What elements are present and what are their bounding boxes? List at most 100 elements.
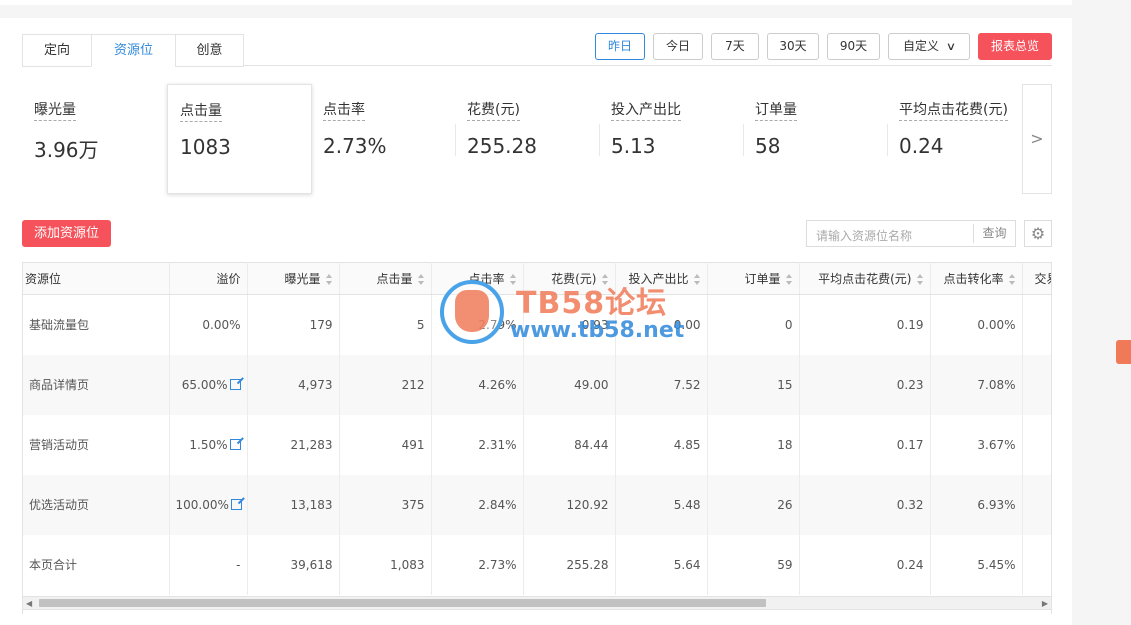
top-strip: [0, 0, 1072, 5]
cell: 4,973: [247, 354, 340, 415]
column-header[interactable]: 曝光量: [247, 262, 340, 295]
tab-creative[interactable]: 创意: [175, 34, 244, 67]
cell: 0.93: [523, 294, 616, 355]
yesterday-button[interactable]: 昨日: [595, 33, 645, 60]
metric-cost[interactable]: 花费(元) 255.28: [455, 84, 600, 194]
metric-label: 曝光量: [34, 99, 76, 121]
tab-targeting[interactable]: 定向: [22, 34, 91, 67]
column-header: 溢价: [169, 262, 248, 295]
metric-avg-cpc[interactable]: 平均点击花费(元) 0.24: [887, 84, 1032, 194]
metric-impressions[interactable]: 曝光量 3.96万: [22, 84, 167, 194]
cell: 6.93%: [930, 474, 1023, 535]
cell: 0.00%: [930, 294, 1023, 355]
today-button[interactable]: 今日: [653, 33, 703, 60]
cell: 120.92: [523, 474, 616, 535]
cell: [1022, 354, 1051, 415]
7-days-button[interactable]: 7天: [711, 33, 759, 60]
metric-value: 255.28: [467, 134, 537, 158]
cell: 0.32: [799, 474, 931, 535]
edit-icon[interactable]: [229, 438, 241, 450]
cell: 375: [339, 474, 432, 535]
edit-icon[interactable]: [230, 498, 242, 510]
search-button[interactable]: 查询: [973, 224, 1015, 243]
custom-range-label: 自定义: [902, 39, 939, 53]
cell: 4.85: [615, 414, 708, 475]
metric-value: 1083: [180, 135, 231, 159]
cell: 0.00: [615, 294, 708, 355]
cell-premium: 65.00%: [169, 354, 248, 415]
table-row: 优选活动页 100.00% 13,183 375 2.84% 120.92 5.…: [23, 474, 1051, 535]
search-input[interactable]: 请输入资源位名称 查询: [806, 220, 1016, 247]
sort-icon[interactable]: [916, 274, 924, 285]
cell: 0: [707, 294, 800, 355]
cell: 2.79%: [431, 294, 524, 355]
column-header[interactable]: 投入产出比: [615, 262, 708, 295]
cell: 7.08%: [930, 354, 1023, 415]
column-header[interactable]: 点击量: [339, 262, 432, 295]
cell-premium: 1.50%: [169, 414, 248, 475]
cell-resource: 商品详情页: [23, 354, 170, 415]
cell: 4.26%: [431, 354, 524, 415]
table-row: 基础流量包 0.00% 179 5 2.79% 0.93 0.00 0 0.19…: [23, 294, 1051, 355]
cell: 59: [707, 534, 800, 595]
edit-icon[interactable]: [229, 378, 241, 390]
add-resource-button[interactable]: 添加资源位: [22, 220, 112, 247]
cell: 5.45%: [930, 534, 1023, 595]
horizontal-scrollbar[interactable]: ◀ ▶: [22, 596, 1052, 610]
chevron-right-icon[interactable]: >: [1022, 84, 1052, 194]
scrollbar-thumb[interactable]: [39, 599, 766, 607]
cell: 2.84%: [431, 474, 524, 535]
gear-icon[interactable]: ⚙: [1024, 220, 1052, 247]
report-overview-button[interactable]: 报表总览: [978, 33, 1052, 60]
cell: 491: [339, 414, 432, 475]
metric-orders[interactable]: 订单量 58: [743, 84, 888, 194]
table-row: 营销活动页 1.50% 21,283 491 2.31% 84.44 4.85 …: [23, 414, 1051, 475]
table-row: 商品详情页 65.00% 4,973 212 4.26% 49.00 7.52 …: [23, 354, 1051, 415]
cell: 2.31%: [431, 414, 524, 475]
metric-value: 3.96万: [34, 138, 99, 162]
cell: 5: [339, 294, 432, 355]
side-widget-icon[interactable]: [1116, 340, 1131, 364]
sort-icon[interactable]: [325, 274, 333, 285]
cell: 0.24: [799, 534, 931, 595]
cell: [1022, 474, 1051, 535]
column-header[interactable]: 花费(元): [523, 262, 616, 295]
90-days-button[interactable]: 90天: [827, 33, 880, 60]
metric-label: 订单量: [755, 99, 797, 121]
cell: 5.48: [615, 474, 708, 535]
cell-resource: 基础流量包: [23, 294, 170, 355]
column-header[interactable]: 交易: [1022, 262, 1051, 295]
sort-icon[interactable]: [417, 274, 425, 285]
cell-premium: 0.00%: [169, 294, 248, 355]
column-header[interactable]: 订单量: [707, 262, 800, 295]
column-header[interactable]: 平均点击花费(元): [799, 262, 931, 295]
resource-panel: 定向 资源位 创意 昨日 今日 7天 30天 90天 自定义 ∨ 报表总览 曝光量…: [0, 18, 1072, 625]
sort-icon[interactable]: [693, 274, 701, 285]
cell: 179: [247, 294, 340, 355]
metric-value: 5.13: [611, 134, 656, 158]
metric-label: 投入产出比: [611, 99, 681, 121]
scroll-right-icon[interactable]: ▶: [1042, 599, 1048, 608]
metric-roi[interactable]: 投入产出比 5.13: [599, 84, 744, 194]
metric-value: 2.73%: [323, 134, 387, 158]
sort-icon[interactable]: [601, 274, 609, 285]
custom-range-dropdown[interactable]: 自定义 ∨: [888, 33, 970, 60]
sort-icon[interactable]: [1008, 274, 1016, 285]
metric-clicks[interactable]: 点击量 1083: [167, 84, 312, 194]
sort-icon[interactable]: [785, 274, 793, 285]
cell: 2.73%: [431, 534, 524, 595]
search-placeholder: 请输入资源位名称: [816, 229, 913, 243]
metric-ctr[interactable]: 点击率 2.73%: [311, 84, 456, 194]
column-header[interactable]: 点击率: [431, 262, 524, 295]
metric-label: 点击率: [323, 99, 365, 121]
tab-resource[interactable]: 资源位: [91, 34, 175, 67]
metrics-bar: 曝光量 3.96万 点击量 1083 点击率 2.73% 花费(元) 255.2…: [22, 84, 1052, 194]
scroll-left-icon[interactable]: ◀: [26, 599, 32, 608]
sort-icon[interactable]: [509, 274, 517, 285]
metric-divider: [887, 124, 888, 156]
metric-label: 平均点击花费(元): [899, 99, 1008, 121]
cell: 212: [339, 354, 432, 415]
30-days-button[interactable]: 30天: [767, 33, 819, 60]
cell-resource: 优选活动页: [23, 474, 170, 535]
column-header[interactable]: 点击转化率: [930, 262, 1023, 295]
